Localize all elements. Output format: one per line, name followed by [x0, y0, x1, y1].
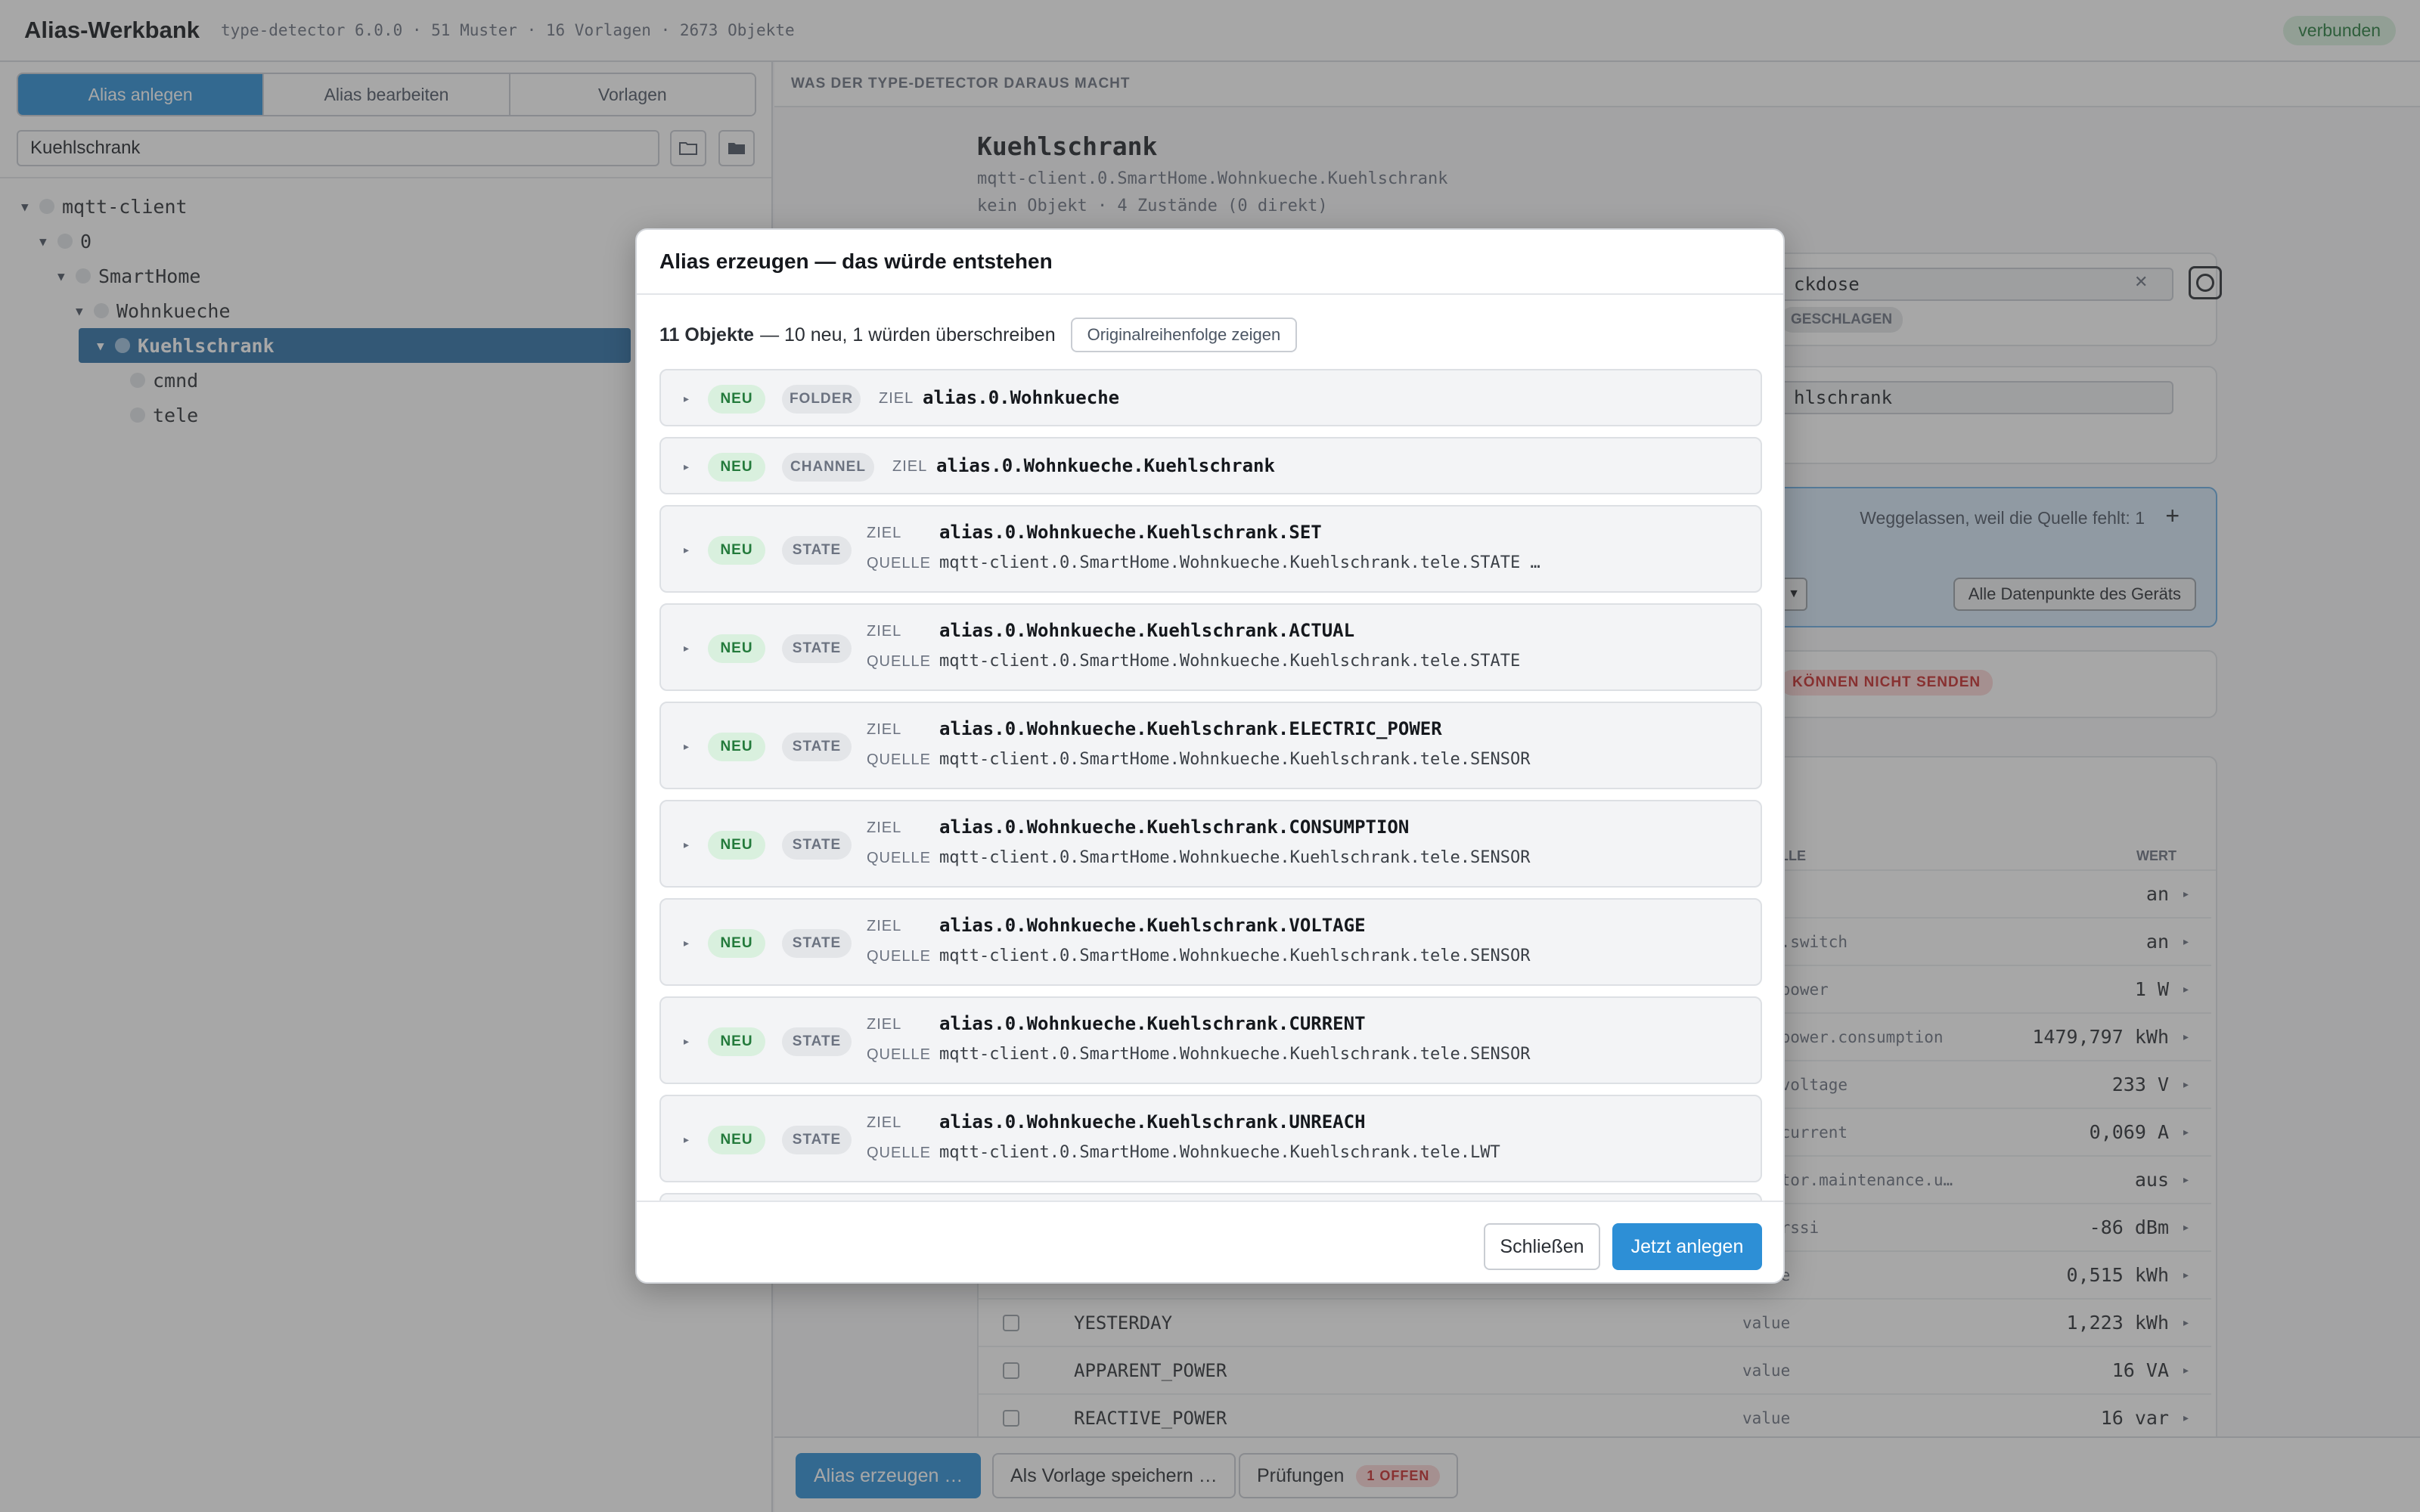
preview-row[interactable]: ▸ NEU STATE ZIEL alias.0.Wohnkueche.Kuehlsch… [659, 505, 1762, 593]
preview-row[interactable]: ▸ NEU STATE ZIEL alias.0.Wohnkueche.Kuehlsch… [659, 800, 1762, 888]
expand-icon[interactable]: ▸ [684, 1133, 689, 1146]
kind-badge: FOLDER [782, 385, 861, 414]
original-order-button[interactable]: Originalreihenfolge zeigen [1070, 318, 1298, 352]
source-path: mqtt-client.0.SmartHome.Wohnkueche.Kuehl… [939, 652, 1521, 671]
target-path: alias.0.Wohnkueche.Kuehlschrank.ACTUAL [939, 620, 1355, 641]
dialog-summary: 11 Objekte — 10 neu, 1 würden überschrei… [659, 318, 1298, 352]
target-label: ZIEL [892, 458, 928, 475]
preview-row[interactable]: ▸ NEU FOLDER ZIEL alias.0.Wohnkueche [659, 369, 1762, 426]
kind-badge: STATE [782, 929, 852, 958]
preview-row[interactable]: ▸ NEU STATE ZIEL alias.0.Wohnkueche.Kuehlsch… [659, 996, 1762, 1084]
target-label: ZIEL [867, 820, 902, 836]
expand-icon[interactable]: ▸ [684, 544, 689, 556]
source-label: QUELLE [867, 948, 931, 965]
target-path: alias.0.Wohnkueche.Kuehlschrank.CURRENT [939, 1013, 1366, 1034]
new-badge: NEU [708, 634, 765, 663]
new-badge: NEU [708, 385, 765, 414]
preview-row[interactable] [659, 1193, 1762, 1201]
kind-badge: STATE [782, 1126, 852, 1154]
expand-icon[interactable]: ▸ [684, 1035, 689, 1048]
kind-badge: STATE [782, 634, 852, 663]
kind-badge: STATE [782, 733, 852, 761]
target-path: alias.0.Wohnkueche [923, 387, 1120, 408]
target-path: alias.0.Wohnkueche.Kuehlschrank.SET [939, 522, 1322, 543]
source-label: QUELLE [867, 850, 931, 866]
new-badge: NEU [708, 929, 765, 958]
target-label: ZIEL [867, 1016, 902, 1033]
target-label: ZIEL [867, 1114, 902, 1131]
expand-icon[interactable]: ▸ [684, 642, 689, 655]
expand-icon[interactable]: ▸ [684, 740, 689, 753]
source-label: QUELLE [867, 1145, 931, 1161]
target-label: ZIEL [867, 525, 902, 541]
source-label: QUELLE [867, 1046, 931, 1063]
target-path: alias.0.Wohnkueche.Kuehlschrank.ELECTRIC… [939, 718, 1442, 739]
object-count: 11 Objekte [659, 324, 755, 345]
source-label: QUELLE [867, 555, 931, 572]
kind-badge: CHANNEL [782, 453, 874, 482]
source-label: QUELLE [867, 751, 931, 768]
target-path: alias.0.Wohnkueche.Kuehlschrank [936, 455, 1275, 476]
new-badge: NEU [708, 1027, 765, 1056]
target-label: ZIEL [867, 918, 902, 934]
kind-badge: STATE [782, 831, 852, 860]
create-alias-dialog: Alias erzeugen — das würde entstehen 11 … [635, 228, 1785, 1284]
source-path: mqtt-client.0.SmartHome.Wohnkueche.Kuehl… [939, 750, 1531, 769]
dialog-footer: Schließen Jetzt anlegen [637, 1201, 1783, 1282]
source-path: mqtt-client.0.SmartHome.Wohnkueche.Kuehl… [939, 1143, 1500, 1162]
new-badge: NEU [708, 453, 765, 482]
preview-row[interactable]: ▸ NEU STATE ZIEL alias.0.Wohnkueche.Kuehlsch… [659, 898, 1762, 986]
source-path: mqtt-client.0.SmartHome.Wohnkueche.Kuehl… [939, 947, 1531, 965]
target-label: ZIEL [867, 721, 902, 738]
kind-badge: STATE [782, 1027, 852, 1056]
expand-icon[interactable]: ▸ [684, 937, 689, 950]
source-path: mqtt-client.0.SmartHome.Wohnkueche.Kuehl… [939, 553, 1540, 572]
summary-detail: — 10 neu, 1 würden überschreiben [760, 324, 1056, 345]
new-badge: NEU [708, 831, 765, 860]
preview-list: ▸ NEU FOLDER ZIEL alias.0.Wohnkueche ▸ NEU CHAN… [659, 369, 1764, 1201]
close-button[interactable]: Schließen [1484, 1223, 1600, 1270]
dialog-title: Alias erzeugen — das würde entstehen [637, 230, 1783, 295]
target-label: ZIEL [879, 390, 914, 407]
target-path: alias.0.Wohnkueche.Kuehlschrank.CONSUMPT… [939, 816, 1410, 838]
expand-icon[interactable]: ▸ [684, 460, 689, 473]
preview-row[interactable]: ▸ NEU STATE ZIEL alias.0.Wohnkueche.Kuehlsch… [659, 702, 1762, 789]
preview-row[interactable]: ▸ NEU STATE ZIEL alias.0.Wohnkueche.Kuehlsch… [659, 1095, 1762, 1182]
new-badge: NEU [708, 733, 765, 761]
source-path: mqtt-client.0.SmartHome.Wohnkueche.Kuehl… [939, 1045, 1531, 1064]
expand-icon[interactable]: ▸ [684, 392, 689, 405]
confirm-create-button[interactable]: Jetzt anlegen [1612, 1223, 1762, 1270]
source-path: mqtt-client.0.SmartHome.Wohnkueche.Kuehl… [939, 848, 1531, 867]
source-label: QUELLE [867, 653, 931, 670]
preview-row[interactable]: ▸ NEU STATE ZIEL alias.0.Wohnkueche.Kuehlsch… [659, 603, 1762, 691]
target-path: alias.0.Wohnkueche.Kuehlschrank.VOLTAGE [939, 915, 1366, 936]
target-label: ZIEL [867, 623, 902, 640]
preview-row[interactable]: ▸ NEU CHANNEL ZIEL alias.0.Wohnkueche.Kuehls… [659, 437, 1762, 494]
expand-icon[interactable]: ▸ [684, 838, 689, 851]
kind-badge: STATE [782, 536, 852, 565]
new-badge: NEU [708, 536, 765, 565]
target-path: alias.0.Wohnkueche.Kuehlschrank.UNREACH [939, 1111, 1366, 1132]
new-badge: NEU [708, 1126, 765, 1154]
